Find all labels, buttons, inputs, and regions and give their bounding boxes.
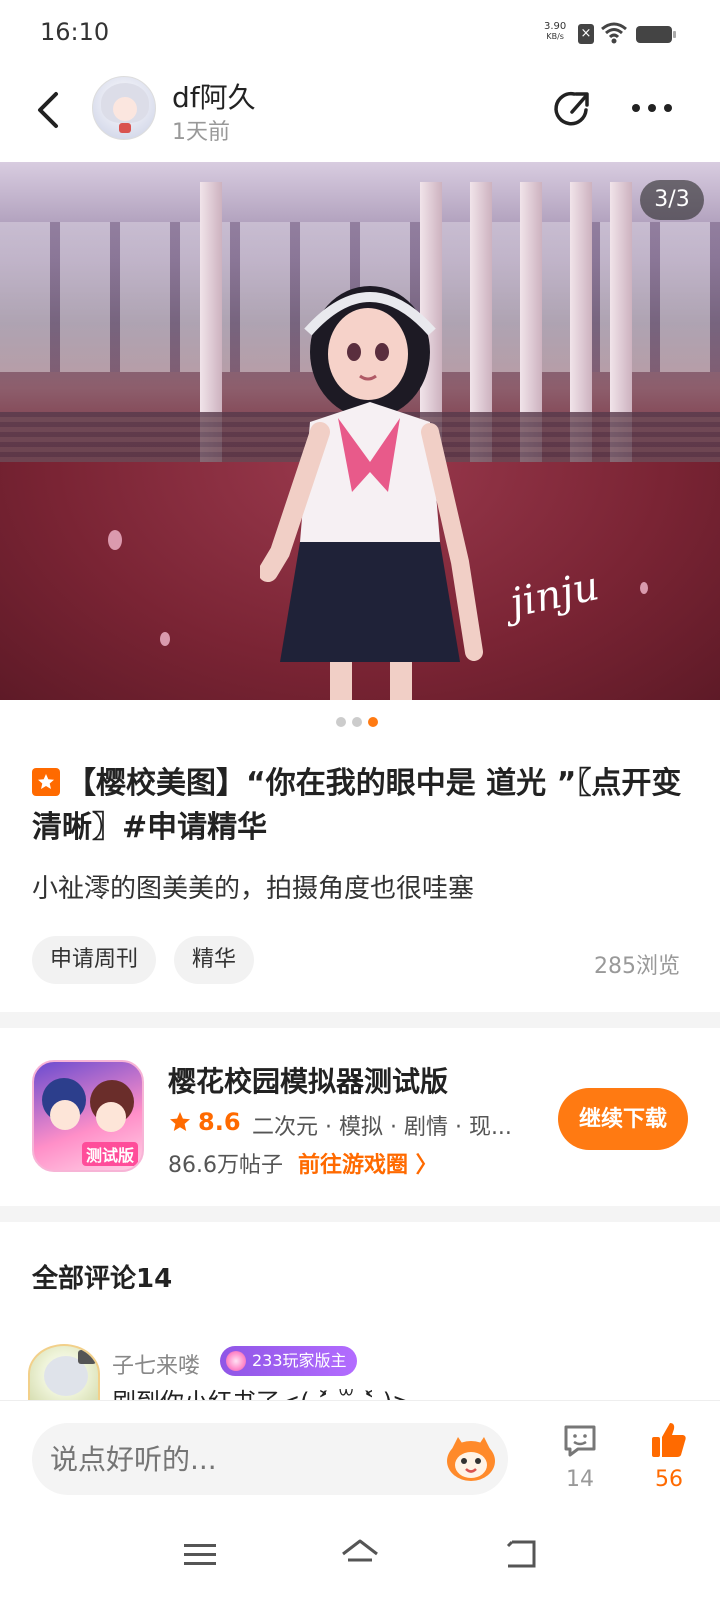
view-count: 285浏览 bbox=[594, 954, 680, 979]
game-genres: 二次元 · 模拟 · 剧情 · 现... bbox=[252, 1115, 512, 1140]
featured-badge-icon bbox=[32, 768, 60, 796]
comment-bar: 14 56 bbox=[0, 1400, 720, 1502]
section-divider bbox=[0, 1012, 720, 1028]
commenter-avatar[interactable] bbox=[28, 1344, 100, 1404]
like-count: 56 bbox=[655, 1467, 683, 1492]
carousel-dots bbox=[336, 717, 384, 727]
more-icon[interactable] bbox=[630, 102, 674, 114]
status-bar: 16:10 3.90 KB/s × bbox=[0, 0, 720, 64]
moderator-badge: 233玩家版主 bbox=[220, 1346, 357, 1376]
comment-icon[interactable] bbox=[562, 1423, 598, 1459]
section-divider bbox=[0, 1206, 720, 1222]
game-icon-label: 测试版 bbox=[82, 1142, 139, 1166]
wifi-icon bbox=[601, 22, 627, 44]
net-speed-value: 3.90 bbox=[544, 21, 567, 32]
post-title-text: 【樱校美图】“你在我的眼中是 道光 ”〖点开变清晰〗#申请精华 bbox=[32, 766, 682, 845]
thumbs-up-icon[interactable] bbox=[650, 1421, 688, 1459]
game-post-count: 86.6万帖子 bbox=[168, 1153, 283, 1178]
commenter-name[interactable]: 子七来喽 bbox=[112, 1348, 200, 1380]
sim-x-icon: × bbox=[578, 24, 594, 44]
tag-essence[interactable]: 精华 bbox=[174, 936, 255, 984]
comment-count: 14 bbox=[566, 1467, 594, 1492]
post-time: 1天前 bbox=[172, 120, 230, 145]
status-time: 16:10 bbox=[40, 18, 110, 46]
image-carousel[interactable]: jinju 3/3 bbox=[0, 162, 720, 700]
game-rating: 8.6 bbox=[198, 1108, 241, 1136]
author-avatar[interactable] bbox=[92, 76, 156, 140]
post-header: df阿久 1天前 bbox=[0, 64, 720, 162]
post-detail-page: 16:10 3.90 KB/s × df阿久 1天前 jinju 3/3 【樱校… bbox=[0, 0, 720, 1600]
game-icon[interactable]: 测试版 bbox=[32, 1060, 144, 1172]
carousel-dot[interactable] bbox=[336, 717, 346, 727]
game-circle-link[interactable]: 前往游戏圈 〉 bbox=[298, 1147, 438, 1179]
moderator-badge-icon bbox=[226, 1351, 246, 1371]
net-speed: 3.90 KB/s bbox=[544, 22, 566, 42]
anime-girl-photo bbox=[260, 286, 483, 700]
nav-back-icon[interactable] bbox=[504, 1538, 538, 1570]
comments-title: 全部评论14 bbox=[32, 1264, 173, 1294]
moderator-badge-label: 233玩家版主 bbox=[252, 1351, 347, 1370]
image-page-indicator: 3/3 bbox=[640, 180, 704, 220]
game-name[interactable]: 樱花校园模拟器测试版 bbox=[168, 1060, 448, 1100]
share-icon[interactable] bbox=[550, 86, 594, 130]
post-body: 小祉澪的图美美的，拍摄角度也很哇塞 bbox=[32, 874, 475, 904]
back-icon[interactable] bbox=[30, 88, 70, 132]
menu-icon[interactable] bbox=[184, 1542, 216, 1568]
continue-download-button[interactable]: 继续下载 bbox=[558, 1088, 688, 1150]
battery-icon bbox=[636, 26, 676, 43]
home-icon[interactable] bbox=[340, 1538, 380, 1570]
star-icon bbox=[170, 1112, 190, 1131]
tag-weekly[interactable]: 申请周刊 bbox=[32, 936, 157, 984]
system-nav-bar bbox=[0, 1502, 720, 1600]
mascot-emoji-icon[interactable] bbox=[444, 1433, 498, 1483]
author-name[interactable]: df阿久 bbox=[172, 76, 256, 116]
carousel-dot[interactable] bbox=[352, 717, 362, 727]
net-speed-unit: KB/s bbox=[546, 32, 564, 41]
post-title: 【樱校美图】“你在我的眼中是 道光 ”〖点开变清晰〗#申请精华 bbox=[32, 762, 692, 850]
carousel-dot-active[interactable] bbox=[368, 717, 378, 727]
comment-input[interactable] bbox=[32, 1423, 508, 1495]
